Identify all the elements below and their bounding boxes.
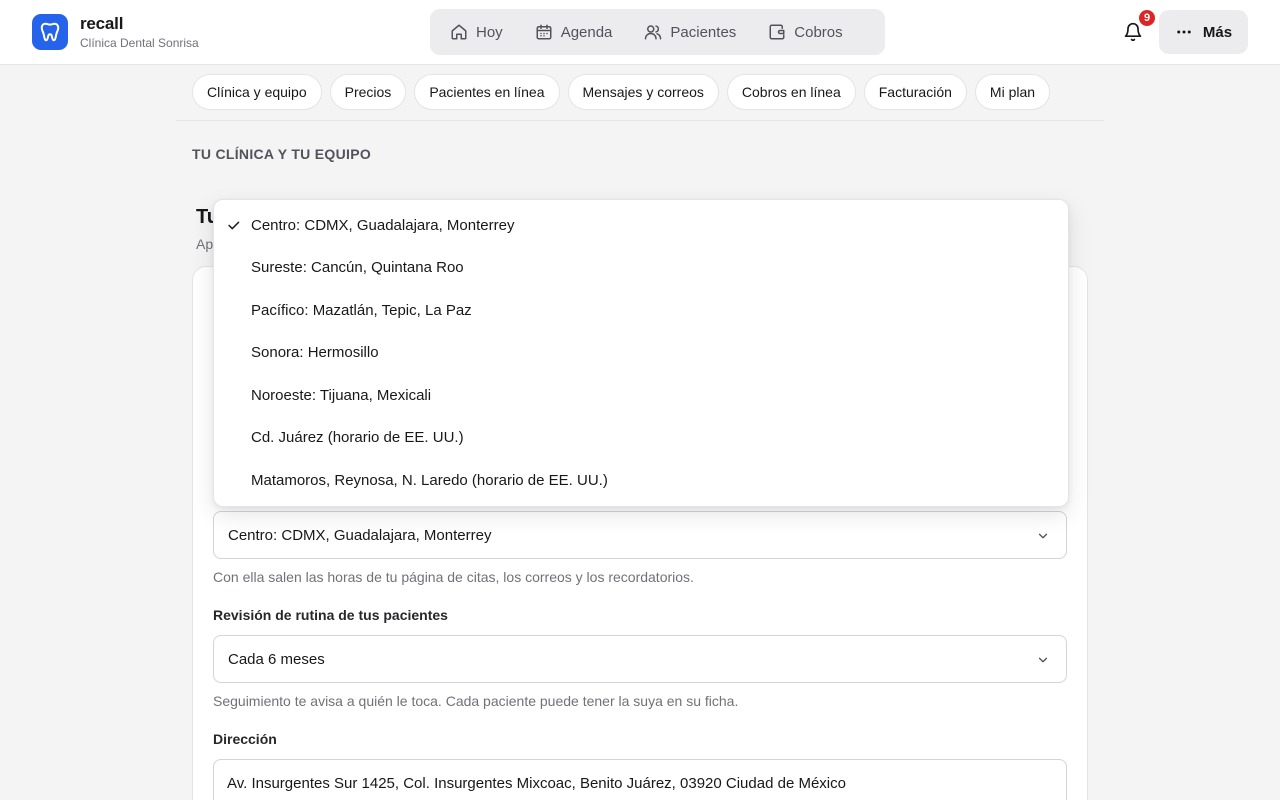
nav-item-agenda[interactable]: Agenda: [519, 13, 629, 51]
timezone-option[interactable]: Centro: CDMX, Guadalajara, Monterrey: [214, 204, 1068, 247]
more-menu-button[interactable]: Más: [1159, 10, 1248, 54]
timezone-option[interactable]: Noroeste: Tijuana, Mexicali: [214, 374, 1068, 417]
check-icon: [228, 221, 240, 230]
nav-item-label: Hoy: [476, 23, 503, 41]
timezone-option-label: Cd. Juárez (horario de EE. UU.): [251, 429, 464, 447]
timezone-option[interactable]: Pacífico: Mazatlán, Tepic, La Paz: [214, 289, 1068, 332]
wallet-icon: [769, 24, 785, 40]
timezone-option-label: Pacífico: Mazatlán, Tepic, La Paz: [251, 301, 472, 319]
chevron-down-icon: [1038, 657, 1048, 663]
timezone-option[interactable]: Sonora: Hermosillo: [214, 332, 1068, 375]
timezone-option-label: Centro: CDMX, Guadalajara, Monterrey: [251, 216, 515, 234]
clinic-name: Clínica Dental Sonrisa: [80, 35, 199, 50]
tabs-divider: [176, 120, 1104, 121]
timezone-option-label: Sonora: Hermosillo: [251, 344, 379, 362]
nav-item-pacientes[interactable]: Pacientes: [628, 13, 752, 51]
notification-count-badge: 9: [1137, 8, 1157, 28]
tab-precios[interactable]: Precios: [329, 74, 407, 110]
recall-interval-value: Cada 6 meses: [228, 650, 325, 668]
tab-pacientes-en-linea[interactable]: Pacientes en línea: [414, 74, 560, 110]
tab-cobros-en-linea[interactable]: Cobros en línea: [726, 74, 856, 110]
tooth-icon: [32, 14, 68, 50]
chevron-down-icon: [1038, 533, 1048, 539]
more-label: Más: [1202, 23, 1233, 41]
tab-clinica-y-equipo[interactable]: Clínica y equipo: [192, 74, 322, 110]
nav-item-label: Pacientes: [670, 23, 737, 41]
calendar-icon: [536, 24, 552, 40]
nav-item-hoy[interactable]: Hoy: [434, 13, 519, 51]
main-nav: Hoy Agenda Pacientes Cobros: [430, 9, 885, 55]
timezone-select[interactable]: Centro: CDMX, Guadalajara, Monterrey: [213, 511, 1067, 559]
ellipsis-icon: [1177, 30, 1191, 34]
card-subtitle: Ap: [196, 236, 214, 252]
recall-interval-select[interactable]: Cada 6 meses: [213, 635, 1067, 683]
nav-item-label: Cobros: [794, 23, 843, 41]
tab-mensajes-y-correos[interactable]: Mensajes y correos: [567, 74, 719, 110]
timezone-option-label: Matamoros, Reynosa, N. Laredo (horario d…: [251, 471, 608, 489]
timezone-option[interactable]: Matamoros, Reynosa, N. Laredo (horario d…: [214, 459, 1068, 502]
recall-interval-help: Seguimiento te avisa a quién le toca. Ca…: [213, 693, 739, 709]
top-bar: recall Clínica Dental Sonrisa Hoy Agenda…: [0, 0, 1280, 65]
timezone-option[interactable]: Sureste: Cancún, Quintana Roo: [214, 247, 1068, 290]
tab-mi-plan[interactable]: Mi plan: [974, 74, 1051, 110]
recall-interval-label: Revisión de rutina de tus pacientes: [213, 607, 448, 623]
timezone-option[interactable]: Cd. Juárez (horario de EE. UU.): [214, 417, 1068, 460]
timezone-option-label: Noroeste: Tijuana, Mexicali: [251, 386, 432, 404]
section-label: TU CLÍNICA Y TU EQUIPO: [192, 146, 372, 162]
users-icon: [645, 25, 662, 40]
settings-tabs: Clínica y equipo Precios Pacientes en lí…: [192, 74, 1051, 110]
address-label: Dirección: [213, 731, 277, 747]
brand[interactable]: recall Clínica Dental Sonrisa: [32, 14, 199, 50]
brand-name: recall: [80, 13, 124, 33]
nav-item-label: Agenda: [560, 23, 613, 41]
timezone-select-value: Centro: CDMX, Guadalajara, Monterrey: [228, 526, 492, 544]
home-icon: [451, 24, 467, 40]
timezone-dropdown-menu: Centro: CDMX, Guadalajara, Monterrey Sur…: [213, 199, 1069, 507]
tab-facturacion[interactable]: Facturación: [863, 74, 967, 110]
address-input[interactable]: [213, 759, 1067, 800]
nav-item-cobros[interactable]: Cobros: [752, 13, 858, 51]
timezone-help: Con ella salen las horas de tu página de…: [213, 569, 694, 585]
timezone-option-label: Sureste: Cancún, Quintana Roo: [251, 259, 464, 277]
